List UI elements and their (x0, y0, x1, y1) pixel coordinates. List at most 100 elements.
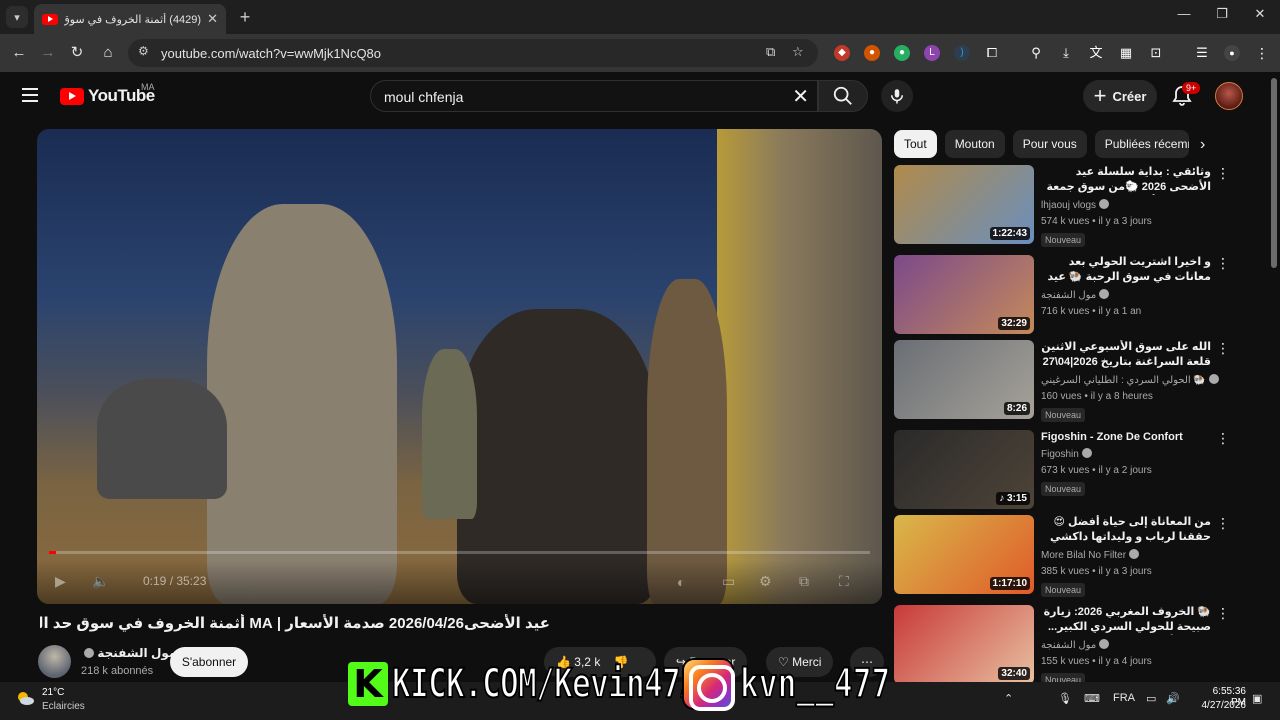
new-tab-button[interactable]: + (234, 6, 256, 28)
extension-icon[interactable]: ◆ (834, 45, 850, 61)
fullscreen-icon[interactable]: ⛶ (839, 573, 849, 590)
extension-icon[interactable]: ● (864, 45, 880, 61)
window-close-button[interactable]: ✕ (1240, 6, 1280, 22)
extension-icon[interactable]: ) (954, 45, 970, 61)
language-indicator[interactable]: FRA (1113, 692, 1135, 704)
more-options-icon[interactable]: ⋮ (1216, 255, 1230, 272)
tray-chevron-up-icon[interactable]: ⌃ (1004, 692, 1013, 705)
microphone-tray-icon[interactable]: 🎙 (1058, 692, 1072, 705)
recommendation-meta: 155 k vues • il y a 4 jours (1041, 656, 1152, 667)
forward-button[interactable]: → (37, 42, 59, 64)
bookmark-star-icon[interactable]: ☆ (792, 44, 804, 60)
download-icon[interactable]: ⤓ (1058, 45, 1074, 61)
reading-list-icon[interactable]: ☰ (1194, 45, 1210, 61)
tab-title: (4429) أثمنة الخروف في سوق (64, 13, 202, 26)
recommendation-title[interactable]: الله على سوق الأسبوعي الاثنين قلعة السرا… (1041, 340, 1211, 370)
recommendation-title[interactable]: من المعاناة إلى حياة أفضل 😍 حققنا لرباب … (1041, 515, 1211, 545)
install-app-icon[interactable]: ⧉ (766, 44, 775, 60)
account-avatar[interactable] (1215, 82, 1243, 110)
recommendation-item[interactable]: 1:22:43 وثائقي : بداية سلسلة عيد الأضحى 2… (894, 165, 1254, 247)
recommendation-thumbnail[interactable]: 1:22:43 (894, 165, 1034, 244)
chip-tout[interactable]: Tout (894, 130, 937, 158)
volume-tray-icon[interactable]: 🔊 (1166, 692, 1180, 705)
site-info-icon[interactable]: ⚙ (138, 44, 149, 58)
clock-date[interactable]: 4/27/2026 (1196, 700, 1247, 711)
autoplay-toggle-icon[interactable]: ◐ (677, 574, 685, 590)
video-progress-bar[interactable] (49, 551, 870, 554)
recommendation-title[interactable]: وثائقي : بداية سلسلة عيد الأضحى 2026 🐑من… (1041, 165, 1211, 195)
recommendation-channel[interactable]: مول الشفنجة (1041, 289, 1110, 301)
channel-name[interactable]: مول الشفنجة (81, 646, 176, 660)
back-button[interactable]: ← (8, 42, 30, 64)
menu-hamburger-icon[interactable] (22, 88, 38, 102)
recommendation-title[interactable]: و اخيرا اشتريت الحولي بعد معانات في سوق … (1041, 255, 1211, 285)
reload-button[interactable]: ↻ (66, 42, 88, 64)
recommendation-channel[interactable]: الحولي السردي : الطلياني السرغيني 🐏 (1041, 374, 1219, 386)
recommendation-item[interactable]: 32:29 و اخيرا اشتريت الحولي بعد معانات في… (894, 255, 1254, 335)
apps-grid-icon[interactable]: ▦ (1118, 45, 1134, 61)
browser-menu-icon[interactable]: ⋮ (1254, 45, 1270, 61)
subtitles-icon[interactable]: ▭ (722, 573, 735, 590)
recommendation-thumbnail[interactable]: 1:17:10 (894, 515, 1034, 594)
tab-close-icon[interactable]: ✕ (207, 11, 218, 27)
settings-gear-icon[interactable]: ⚙ (759, 573, 772, 590)
recommendation-item[interactable]: 1:17:10 من المعاناة إلى حياة أفضل 😍 حققنا… (894, 515, 1254, 597)
more-options-icon[interactable]: ⋮ (1216, 340, 1230, 357)
maximize-button[interactable]: ❐ (1202, 6, 1242, 22)
recommendation-thumbnail[interactable]: 8:26 (894, 340, 1034, 419)
microphone-icon (891, 89, 903, 104)
channel-name-text: مول الشفنجة (97, 646, 177, 660)
recommendation-channel[interactable]: lhjaouj vlogs (1041, 199, 1110, 211)
minimize-button[interactable]: — (1164, 6, 1204, 21)
chip-pour-vous[interactable]: Pour vous (1012, 130, 1087, 158)
network-icon[interactable]: ▭ (1146, 692, 1156, 705)
miniplayer-icon[interactable]: ⧉ (799, 573, 809, 590)
recommendation-title[interactable]: Figoshin - Zone De Confort (1041, 430, 1211, 445)
recommendation-item[interactable]: ♪ 3:15 Figoshin - Zone De Confort Figoshin… (894, 430, 1254, 510)
screenshot-icon[interactable]: ⊡ (1148, 45, 1164, 61)
new-badge: Nouveau (1041, 233, 1086, 247)
recommendation-item[interactable]: 8:26 الله على سوق الأسبوعي الاثنين قلعة ا… (894, 340, 1254, 422)
recommendation-channel[interactable]: Figoshin (1041, 448, 1092, 460)
more-options-icon[interactable]: ⋮ (1216, 430, 1230, 447)
recommendation-thumbnail[interactable]: 32:29 (894, 255, 1034, 334)
recommendation-channel[interactable]: مول الشفنجة (1041, 639, 1110, 651)
video-frame-wall (717, 129, 882, 604)
search-button[interactable] (818, 80, 868, 112)
recommendation-thumbnail[interactable]: ♪ 3:15 (894, 430, 1034, 509)
clear-search-icon[interactable]: ✕ (792, 84, 809, 109)
keyboard-icon[interactable]: ⌨ (1084, 692, 1100, 705)
extension-icon[interactable]: ● (894, 45, 910, 61)
recommendation-channel[interactable]: More Bilal No Filter (1041, 549, 1140, 561)
tab-search-menu-button[interactable]: ▾ (6, 6, 28, 28)
notification-center-icon[interactable]: ▣ (1252, 692, 1262, 705)
recommendation-item[interactable]: 32:40 🐏 الخروف المغربي 2026: زيارة صبيحة … (894, 605, 1254, 687)
recommendation-duration: ♪ 3:15 (996, 492, 1030, 505)
extensions-puzzle-icon[interactable]: ⧠ (984, 45, 1000, 61)
voice-search-button[interactable] (881, 80, 913, 112)
more-options-icon[interactable]: ⋮ (1216, 165, 1230, 182)
tab-manager-icon[interactable]: ⚲ (1028, 45, 1044, 61)
chip-mouton[interactable]: Mouton (944, 130, 1005, 158)
play-icon[interactable]: ▶ (55, 573, 66, 590)
chevron-right-icon[interactable]: › (1200, 136, 1205, 154)
volume-icon[interactable]: 🔈 (92, 573, 109, 590)
home-button[interactable]: ⌂ (97, 42, 119, 64)
search-input[interactable]: moul chfenja ✕ (370, 80, 818, 112)
video-player[interactable]: ▶ 🔈 0:19 / 35:23 ◐ ▭ ⚙ ⧉ ⛶ (37, 129, 882, 604)
create-button[interactable]: + Créer (1083, 80, 1157, 112)
more-options-icon[interactable]: ⋮ (1216, 605, 1230, 622)
scrollbar-thumb[interactable] (1271, 78, 1277, 268)
chip-publiees-recemment[interactable]: Publiées récemment (1094, 130, 1189, 158)
video-frame-person (422, 349, 477, 519)
translate-icon[interactable]: 文 (1088, 45, 1104, 61)
recommendation-duration: 8:26 (1003, 402, 1030, 415)
subscribe-button[interactable]: S'abonner (170, 647, 248, 677)
active-tab[interactable]: (4429) أثمنة الخروف في سوق ✕ (34, 4, 226, 34)
channel-avatar[interactable] (38, 645, 71, 678)
extension-icon[interactable]: L (924, 45, 940, 61)
more-options-icon[interactable]: ⋮ (1216, 515, 1230, 532)
profile-icon[interactable]: ● (1224, 45, 1240, 61)
recommendation-title[interactable]: 🐏 الخروف المغربي 2026: زيارة صبيحة للحول… (1041, 605, 1211, 635)
address-bar[interactable]: ⚙ youtube.com/watch?v=wwMjk1NcQ8o ⧉ ☆ (128, 39, 818, 67)
